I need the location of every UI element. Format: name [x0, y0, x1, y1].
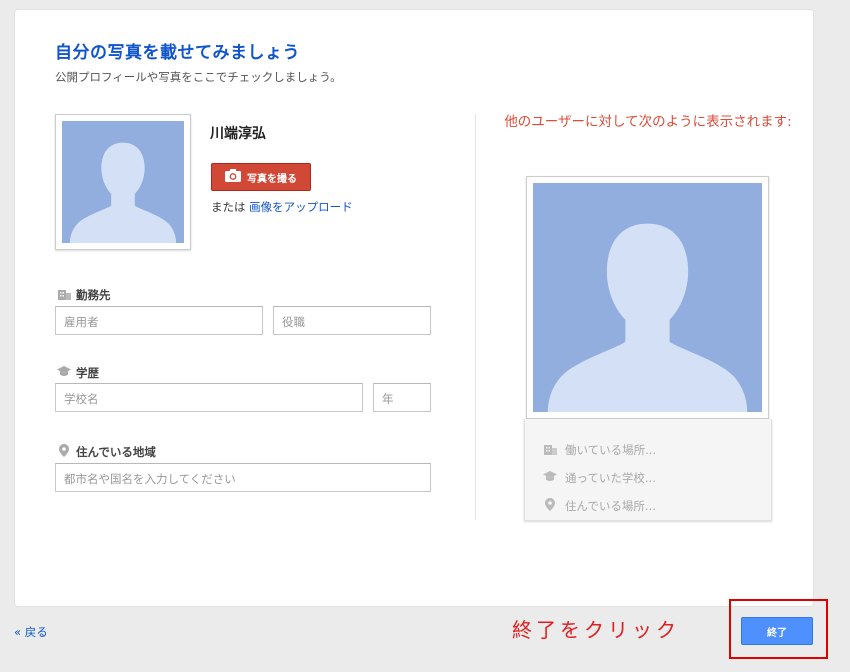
preview-photo: [526, 176, 769, 419]
page-title: 自分の写真を載せてみましょう: [55, 43, 300, 63]
or-text: または: [211, 200, 246, 214]
click-finish-annotation: 終了をクリック: [512, 618, 680, 642]
preview-row-text: 通っていた学校...: [565, 471, 656, 485]
column-divider: [475, 114, 476, 520]
preview-row-work: 働いている場所...: [543, 442, 656, 458]
avatar-silhouette-icon: [62, 121, 184, 243]
preview-avatar-silhouette-icon: [533, 183, 762, 412]
year-input[interactable]: 年: [373, 383, 431, 412]
page-subtitle: 公開プロフィールや写真をここでチェックしましょう。: [55, 70, 342, 84]
preview-info-box: 働いている場所... 通っていた学校... 住んでいる場所...: [524, 419, 772, 521]
take-photo-button[interactable]: 写真を撮る: [211, 163, 311, 191]
setup-card: 自分の写真を載せてみましょう 公開プロフィールや写真をここでチェックしましょう。…: [14, 9, 814, 607]
graduation-cap-icon: [543, 471, 557, 485]
camera-icon: [225, 169, 241, 185]
location-section-label: 住んでいる地域: [57, 444, 156, 460]
user-name: 川端淳弘: [210, 126, 266, 142]
school-input[interactable]: 学校名: [55, 383, 363, 412]
preview-row-location: 住んでいる場所...: [543, 498, 656, 514]
preview-row-text: 住んでいる場所...: [565, 499, 656, 513]
map-pin-icon: [57, 444, 71, 460]
location-label-text: 住んでいる地域: [76, 445, 156, 459]
education-section-label: 学歴: [57, 365, 99, 381]
map-pin-icon: [543, 498, 557, 514]
upload-line: または 画像をアップロード: [211, 199, 353, 215]
building-icon: [543, 443, 557, 458]
take-photo-label: 写真を撮る: [247, 173, 297, 185]
preview-note: 他のユーザーに対して次のように表示されます:: [504, 114, 792, 130]
preview-row-school: 通っていた学校...: [543, 470, 656, 486]
upload-image-link[interactable]: 画像をアップロード: [249, 200, 353, 214]
employer-input[interactable]: 雇用者: [55, 306, 263, 335]
work-label-text: 勤務先: [76, 288, 111, 302]
preview-row-text: 働いている場所...: [565, 443, 657, 457]
card-notch: [18, 272, 29, 294]
profile-photo[interactable]: [55, 114, 191, 250]
education-label-text: 学歴: [76, 366, 99, 380]
finish-button[interactable]: 終了: [741, 617, 813, 645]
back-link[interactable]: « 戻る: [14, 624, 48, 640]
work-section-label: 勤務先: [57, 287, 111, 303]
building-icon: [57, 288, 71, 303]
position-input[interactable]: 役職: [273, 306, 431, 335]
graduation-cap-icon: [57, 366, 71, 380]
city-input[interactable]: 都市名や国名を入力してください: [55, 463, 431, 492]
